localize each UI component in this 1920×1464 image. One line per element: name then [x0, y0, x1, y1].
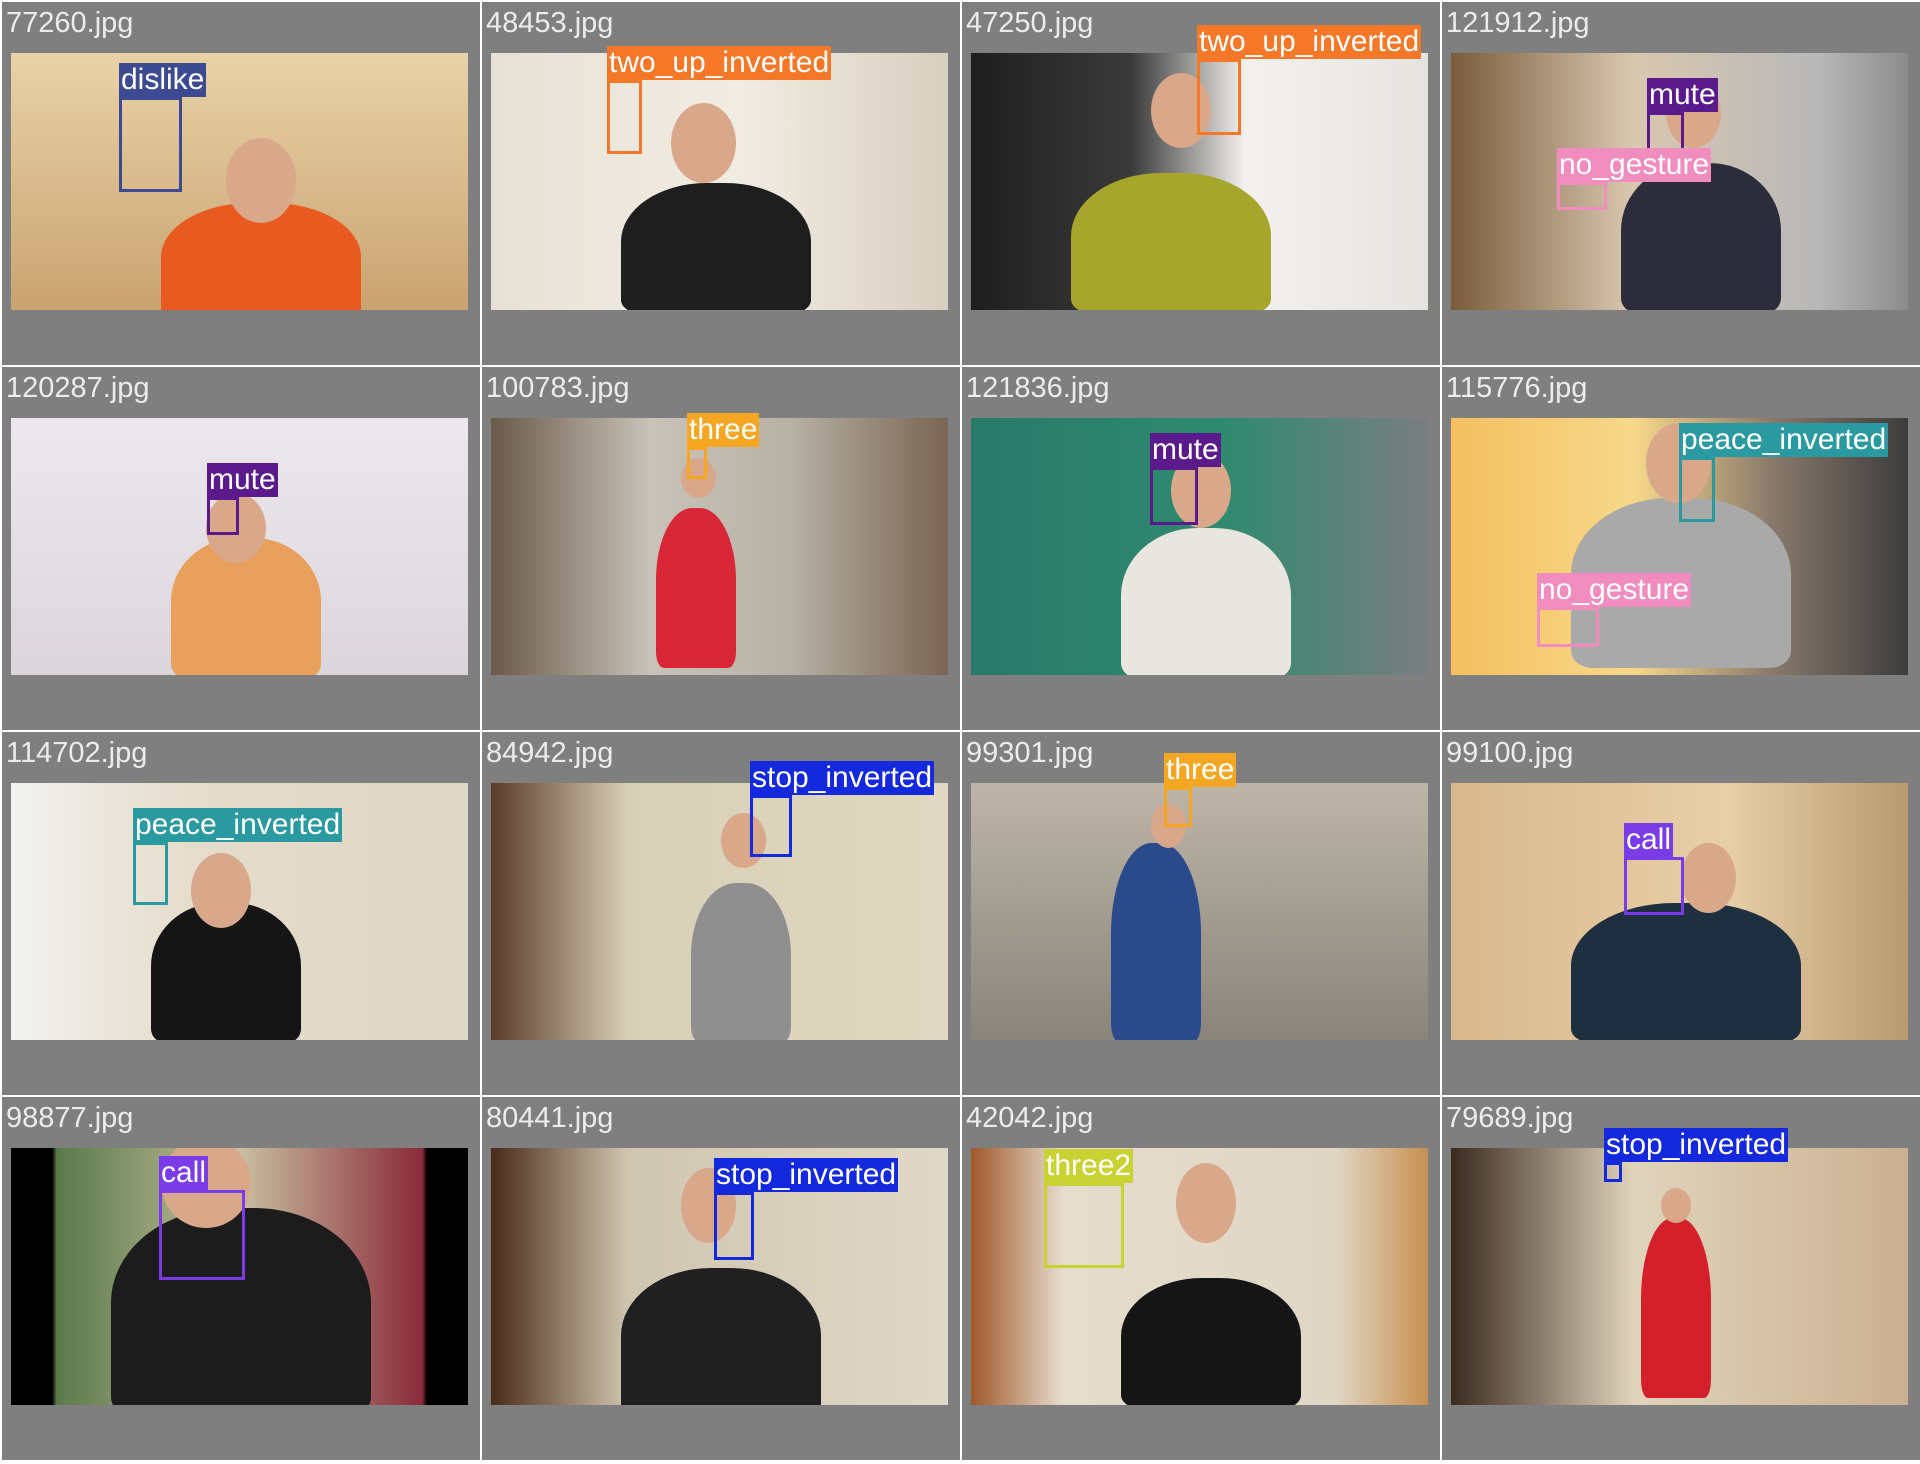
- detection-label: three: [687, 413, 760, 447]
- person-figure: [656, 508, 736, 668]
- detection-box: [607, 80, 642, 154]
- detection-box: [1604, 1162, 1622, 1182]
- person-figure: [1621, 163, 1781, 310]
- detection-box: [119, 97, 182, 192]
- detection-box: [1150, 467, 1198, 525]
- person-figure: [1071, 173, 1271, 310]
- tile-filename: 42042.jpg: [966, 1102, 1094, 1134]
- tile-filename: 99301.jpg: [966, 737, 1094, 769]
- tile-filename: 121912.jpg: [1446, 7, 1590, 39]
- detection-label: call: [159, 1156, 209, 1190]
- person-head: [1681, 843, 1736, 913]
- grid-tile: 121912.jpg mute no_gesture: [1442, 2, 1920, 365]
- tile-photo: [491, 783, 948, 1040]
- person-head: [191, 853, 251, 928]
- detection-label: stop_inverted: [714, 1158, 899, 1192]
- tile-photo: [11, 418, 468, 675]
- tile-photo: [971, 1148, 1428, 1405]
- detection-box: [1044, 1183, 1124, 1268]
- detection-label: mute: [1647, 78, 1718, 112]
- tile-filename: 99100.jpg: [1446, 737, 1574, 769]
- grid-tile: 99100.jpg call: [1442, 732, 1920, 1095]
- detection-label: call: [1624, 823, 1674, 857]
- image-grid: 77260.jpg dislike 48453.jpg two_up_inverted…: [0, 0, 1920, 1464]
- detection-label: two_up_inverted: [1197, 25, 1422, 59]
- detection-box: [1164, 787, 1192, 827]
- tile-photo: [491, 418, 948, 675]
- tile-photo: [971, 783, 1428, 1040]
- grid-tile: 98877.jpg call: [2, 1097, 480, 1460]
- detection-box: [687, 447, 707, 479]
- tile-filename: 77260.jpg: [6, 7, 134, 39]
- detection-box: [1679, 457, 1715, 522]
- grid-tile: 120287.jpg mute: [2, 367, 480, 730]
- tile-filename: 114702.jpg: [6, 737, 148, 769]
- detection-label: stop_inverted: [750, 761, 935, 795]
- grid-tile: 80441.jpg stop_inverted: [482, 1097, 960, 1460]
- detection-label: no_gesture: [1537, 573, 1692, 607]
- person-figure: [1121, 528, 1291, 675]
- person-figure: [691, 883, 791, 1040]
- detection-label: mute: [207, 463, 278, 497]
- tile-filename: 84942.jpg: [486, 737, 614, 769]
- detection-box: [133, 842, 168, 905]
- tile-filename: 115776.jpg: [1446, 372, 1588, 404]
- person-figure: [1111, 843, 1201, 1040]
- tile-filename: 120287.jpg: [6, 372, 150, 404]
- detection-label: stop_inverted: [1604, 1128, 1789, 1162]
- grid-tile: 48453.jpg two_up_inverted: [482, 2, 960, 365]
- detection-box: [750, 795, 792, 857]
- person-head: [1661, 1188, 1691, 1223]
- person-figure: [1571, 903, 1801, 1040]
- detection-label: mute: [1150, 433, 1221, 467]
- person-head: [1176, 1163, 1236, 1243]
- person-figure: [621, 1268, 821, 1405]
- tile-filename: 47250.jpg: [966, 7, 1094, 39]
- tile-filename: 80441.jpg: [486, 1102, 614, 1134]
- person-head: [226, 138, 296, 223]
- tile-photo: [1451, 1148, 1908, 1405]
- grid-tile: 115776.jpg peace_inverted no_gesture: [1442, 367, 1920, 730]
- person-head: [671, 103, 736, 183]
- grid-tile: 42042.jpg three2: [962, 1097, 1440, 1460]
- tile-filename: 98877.jpg: [6, 1102, 134, 1134]
- tile-filename: 121836.jpg: [966, 372, 1110, 404]
- grid-tile: 99301.jpg three: [962, 732, 1440, 1095]
- detection-label: dislike: [119, 63, 207, 97]
- grid-tile: 47250.jpg two_up_inverted: [962, 2, 1440, 365]
- detection-box: [159, 1190, 245, 1280]
- detection-box: [1624, 857, 1684, 915]
- tile-filename: 100783.jpg: [486, 372, 630, 404]
- tile-filename: 79689.jpg: [1446, 1102, 1574, 1134]
- detection-box: [1537, 607, 1599, 647]
- detection-label: two_up_inverted: [607, 46, 832, 80]
- detection-label: peace_inverted: [133, 808, 343, 842]
- tile-photo: [11, 53, 468, 310]
- person-figure: [621, 183, 811, 310]
- detection-box: [1557, 182, 1607, 210]
- detection-label: peace_inverted: [1679, 423, 1889, 457]
- person-figure: [1641, 1218, 1711, 1398]
- detection-label: no_gesture: [1557, 148, 1712, 182]
- grid-tile: 114702.jpg peace_inverted: [2, 732, 480, 1095]
- detection-box: [207, 497, 239, 535]
- grid-tile: 100783.jpg three: [482, 367, 960, 730]
- grid-tile: 77260.jpg dislike: [2, 2, 480, 365]
- grid-tile: 84942.jpg stop_inverted: [482, 732, 960, 1095]
- detection-box: [1197, 59, 1241, 135]
- detection-box: [714, 1192, 754, 1260]
- person-figure: [1121, 1278, 1301, 1405]
- grid-tile: 121836.jpg mute: [962, 367, 1440, 730]
- grid-tile: 79689.jpg stop_inverted: [1442, 1097, 1920, 1460]
- detection-label: three2: [1044, 1149, 1134, 1183]
- tile-filename: 48453.jpg: [486, 7, 614, 39]
- detection-label: three: [1164, 753, 1237, 787]
- tile-photo: [491, 53, 948, 310]
